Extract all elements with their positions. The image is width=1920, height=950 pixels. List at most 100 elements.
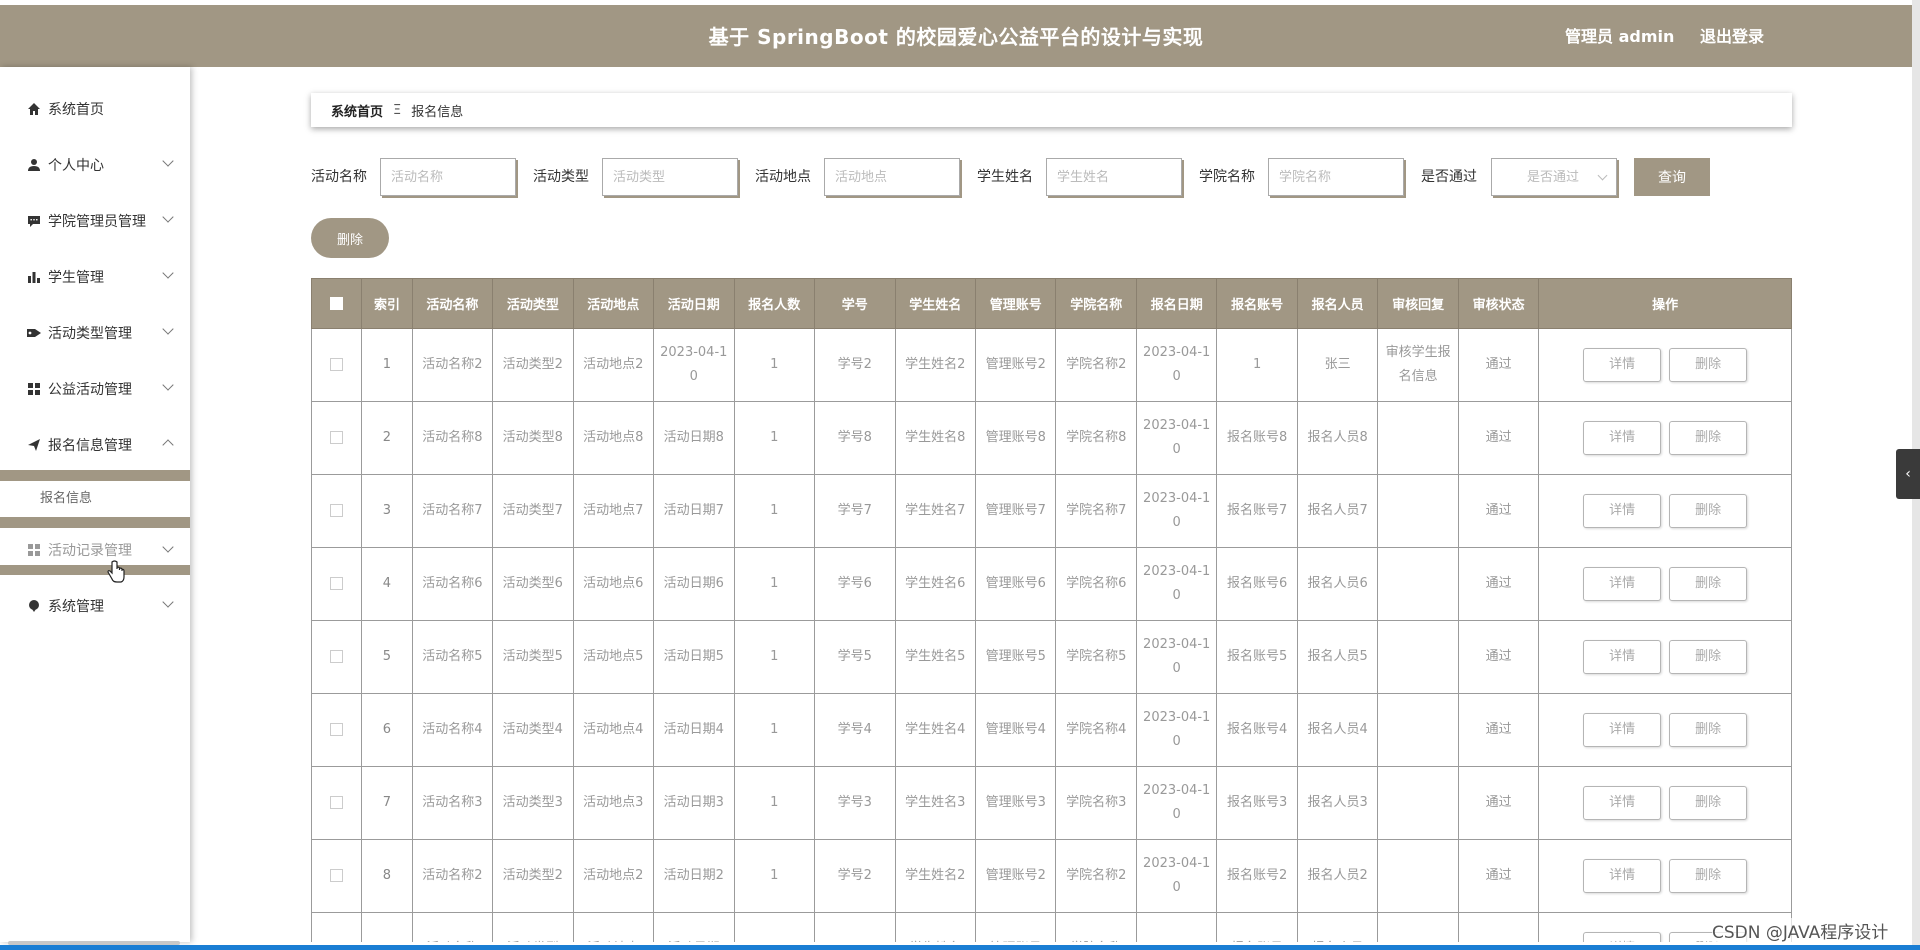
row-select-cell[interactable] [311, 328, 363, 402]
send-icon [26, 437, 42, 453]
activity-type-input[interactable] [602, 158, 738, 196]
cell-name: 活动名称2 [411, 839, 494, 913]
chevron-down-icon [162, 379, 174, 391]
table-row[interactable]: 6 活动名称4 活动类型4 活动地点4 活动日期4 1 学号4 学生姓名4 管理账号4 学院名称4… [311, 693, 1792, 767]
detail-button[interactable]: 详情 [1583, 859, 1662, 893]
cell-student-no: 学号6 [814, 547, 896, 621]
row-select-cell[interactable] [311, 693, 363, 767]
row-delete-button[interactable]: 删除 [1669, 859, 1748, 893]
row-select-cell[interactable] [311, 401, 363, 475]
logout-link[interactable]: 退出登录 [1700, 5, 1764, 69]
table-row[interactable]: 7 活动名称3 活动类型3 活动地点3 活动日期3 1 学号3 学生姓名3 管理账号3 学院名称3… [311, 766, 1792, 840]
column-header: 活动日期 [653, 278, 735, 329]
row-delete-button[interactable]: 删除 [1669, 567, 1748, 601]
table-row[interactable]: 4 活动名称6 活动类型6 活动地点6 活动日期6 1 学号6 学生姓名6 管理账号6 学院名称6… [311, 547, 1792, 621]
table-row[interactable]: 8 活动名称2 活动类型2 活动地点2 活动日期2 1 学号2 学生姓名2 管理账号2 学院名称2… [311, 839, 1792, 913]
row-select-cell[interactable] [311, 839, 363, 913]
cell-signup-date: 2023-04-10 [1135, 620, 1218, 694]
table-header-row: 索引 活动名称 活动类型 活动地点 活动日期 报名人数 学号 学生姓名 管理账号 学院名称 报名日期… [311, 278, 1792, 329]
table-row[interactable]: 5 活动名称5 活动类型5 活动地点5 活动日期5 1 学号5 学生姓名5 管理账号5 学院名称5… [311, 620, 1792, 694]
cell-signup-date: 2023-04-10 [1135, 693, 1218, 767]
cell-signup-person: 报名人员8 [1296, 401, 1379, 475]
row-checkbox[interactable] [330, 650, 344, 663]
cell-student-no: 学号7 [814, 474, 896, 548]
sidebar-item-home[interactable]: 系统首页 [0, 81, 190, 137]
select-all-header[interactable] [311, 278, 363, 329]
current-user: 管理员 admin [1565, 27, 1675, 46]
mouse-cursor-icon [106, 560, 126, 590]
detail-button[interactable]: 详情 [1583, 786, 1662, 820]
cell-reply [1377, 766, 1459, 840]
detail-button[interactable]: 详情 [1583, 421, 1662, 455]
row-select-cell[interactable] [311, 547, 363, 621]
sidebar-item-college-admin[interactable]: 学院管理员管理 [0, 193, 190, 249]
sidebar-item-charity-activities[interactable]: 公益活动管理 [0, 361, 190, 417]
detail-button[interactable]: 详情 [1583, 348, 1662, 382]
signup-table-container: 索引 活动名称 活动类型 活动地点 活动日期 报名人数 学号 学生姓名 管理账号 学院名称 报名日期… [311, 278, 1792, 942]
row-delete-button[interactable]: 删除 [1669, 786, 1748, 820]
row-delete-button[interactable]: 删除 [1669, 494, 1748, 528]
cell-count [733, 912, 816, 942]
cell-reply [1377, 620, 1459, 694]
cell-signup-person: 报名人员3 [1296, 766, 1379, 840]
row-select-cell[interactable] [311, 766, 363, 840]
table-row[interactable]: 3 活动名称7 活动类型7 活动地点7 活动日期7 1 学号7 学生姓名7 管理账号7 学院名称7… [311, 474, 1792, 548]
table-row[interactable]: 1 活动名称2 活动类型2 活动地点2 2023-04-10 1 学号2 学生姓名2 管理账号2… [311, 328, 1792, 402]
row-checkbox[interactable] [330, 358, 344, 371]
sidebar-item-system[interactable]: 系统管理 [0, 578, 190, 634]
cell-student-no: 学号2 [814, 839, 896, 913]
detail-button[interactable]: 详情 [1583, 640, 1662, 674]
row-delete-button[interactable]: 删除 [1669, 348, 1748, 382]
breadcrumb-home[interactable]: 系统首页 [331, 101, 383, 120]
cell-name: 活动名称2 [411, 328, 494, 402]
row-select-cell[interactable] [311, 620, 363, 694]
college-name-input[interactable] [1268, 158, 1404, 196]
cell-signup-account: 报名账号3 [1216, 766, 1298, 840]
cell-place: 活动地点7 [572, 474, 655, 548]
column-header: 索引 [361, 278, 413, 329]
cell-student-name: 学生姓名2 [894, 839, 976, 913]
detail-button[interactable]: 详情 [1583, 713, 1662, 747]
batch-delete-button[interactable]: 删除 [311, 218, 389, 258]
cell-student-name: 学生姓名8 [894, 401, 976, 475]
sidebar-item-activity-types[interactable]: 活动类型管理 [0, 305, 190, 361]
cell-reply [1377, 547, 1459, 621]
row-delete-button[interactable]: 删除 [1669, 421, 1748, 455]
grid-icon [26, 381, 42, 397]
activity-place-input[interactable] [824, 158, 960, 196]
sidebar-item-signup-management[interactable]: 报名信息管理 [0, 417, 190, 473]
cell-college: 学院名称8 [1055, 401, 1137, 475]
student-name-input[interactable] [1046, 158, 1182, 196]
row-checkbox[interactable] [330, 504, 344, 517]
cell-count: 1 [733, 474, 816, 548]
row-checkbox[interactable] [330, 796, 344, 809]
activity-name-input[interactable] [380, 158, 516, 196]
sidebar-item-students[interactable]: 学生管理 [0, 249, 190, 305]
table-row[interactable]: 2 活动名称8 活动类型8 活动地点8 活动日期8 1 学号8 学生姓名8 管理账号8 学院名称8… [311, 401, 1792, 475]
submenu-item-signup-info[interactable]: 报名信息 [0, 481, 190, 517]
table-row[interactable]: 活动名称活动类型活动地点活动日期 学生姓名管理账号学院名称2023-04报名账号报… [311, 912, 1792, 942]
row-select-cell[interactable] [311, 474, 363, 548]
row-delete-button[interactable]: 删除 [1669, 640, 1748, 674]
cell-reply [1377, 839, 1459, 913]
query-button[interactable]: 查询 [1634, 158, 1710, 196]
detail-button[interactable]: 详情 [1583, 494, 1662, 528]
select-all-checkbox[interactable] [330, 297, 344, 310]
cell-index: 4 [361, 547, 413, 621]
row-checkbox[interactable] [330, 869, 344, 882]
cell-count: 1 [733, 693, 816, 767]
row-checkbox[interactable] [330, 723, 344, 736]
row-select-cell[interactable] [311, 912, 363, 942]
detail-button[interactable]: 详情 [1583, 567, 1662, 601]
is-passed-select[interactable]: 是否通过 [1491, 158, 1617, 196]
activity-name-label: 活动名称 [311, 169, 367, 185]
sidebar-item-personal-center[interactable]: 个人中心 [0, 137, 190, 193]
activity-type-label: 活动类型 [533, 169, 589, 185]
row-checkbox[interactable] [330, 577, 344, 590]
collapse-panel-button[interactable]: ‹ [1896, 449, 1920, 499]
detail-button[interactable]: 详情 [1583, 932, 1662, 942]
row-delete-button[interactable]: 删除 [1669, 713, 1748, 747]
row-checkbox[interactable] [330, 431, 344, 444]
column-header: 报名账号 [1216, 278, 1298, 329]
cell-date: 活动日期7 [653, 474, 735, 548]
